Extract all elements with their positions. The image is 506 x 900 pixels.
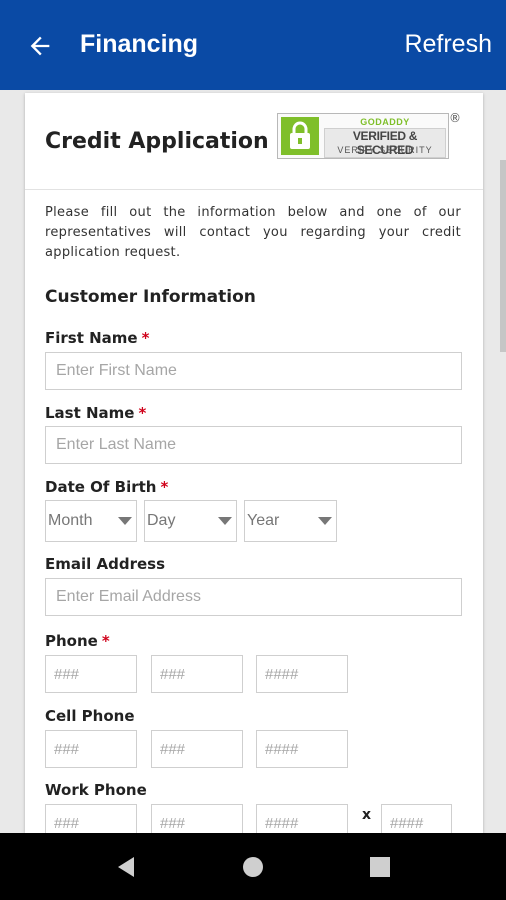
dob-month-value: Month: [48, 512, 93, 529]
last-name-label: Last Name *: [45, 404, 147, 422]
nav-home-button[interactable]: [237, 851, 269, 883]
registered-mark: ®: [449, 111, 461, 125]
work-phone-line-input[interactable]: [257, 805, 347, 833]
intro-text: Please fill out the information below an…: [45, 205, 461, 260]
cell-phone-area-code-input[interactable]: [46, 731, 136, 767]
lock-icon: [281, 117, 319, 155]
section-title-customer-information: Customer Information: [45, 287, 256, 307]
badge-brand: GODADDY: [360, 117, 410, 127]
phone-prefix-input[interactable]: [152, 656, 242, 692]
first-name-label: First Name *: [45, 329, 150, 347]
card-title: Credit Application: [45, 129, 269, 154]
nav-back-button[interactable]: [110, 851, 142, 883]
back-button[interactable]: [22, 28, 58, 64]
app-bar: Financing Refresh: [0, 0, 506, 90]
required-mark: *: [138, 404, 147, 422]
chevron-down-icon: [118, 517, 132, 525]
badge-verify-text: VERIFY SECURITY: [337, 145, 433, 155]
first-name-field[interactable]: [45, 352, 462, 390]
required-mark: *: [160, 478, 169, 496]
work-phone-extension-input[interactable]: [382, 805, 451, 833]
phone-line-input[interactable]: [257, 656, 347, 692]
phone-prefix-field[interactable]: [151, 655, 243, 693]
dob-day-value: Day: [147, 512, 176, 529]
cell-phone-prefix-field[interactable]: [151, 730, 243, 768]
work-phone-prefix-input[interactable]: [152, 805, 242, 833]
email-field[interactable]: [45, 578, 462, 616]
phone-label: Phone *: [45, 632, 110, 650]
dob-year-value: Year: [247, 512, 280, 529]
work-phone-extension-field[interactable]: [381, 804, 452, 833]
required-mark: *: [141, 329, 150, 347]
extension-x-label: x: [362, 807, 372, 823]
phone-area-code-field[interactable]: [45, 655, 137, 693]
cell-phone-area-code-field[interactable]: [45, 730, 137, 768]
dob-month-select[interactable]: Month: [45, 500, 137, 542]
work-phone-label: Work Phone: [45, 781, 147, 799]
nav-back-triangle-icon: [118, 857, 134, 877]
chevron-down-icon: [218, 517, 232, 525]
credit-application-card: Credit Application GODADDY VERIFIED & SE…: [25, 93, 483, 833]
phone-area-code-input[interactable]: [46, 656, 136, 692]
work-phone-area-code-field[interactable]: [45, 804, 137, 833]
nav-home-circle-icon: [243, 857, 263, 877]
work-phone-prefix-field[interactable]: [151, 804, 243, 833]
card-header: Credit Application GODADDY VERIFIED & SE…: [25, 93, 483, 190]
system-nav-bar: [0, 833, 506, 900]
dob-year-select[interactable]: Year: [244, 500, 337, 542]
cell-phone-line-input[interactable]: [257, 731, 347, 767]
nav-recents-square-icon: [370, 857, 390, 877]
cell-phone-prefix-input[interactable]: [152, 731, 242, 767]
last-name-input[interactable]: [46, 427, 461, 463]
phone-line-field[interactable]: [256, 655, 348, 693]
email-input[interactable]: [46, 579, 461, 615]
work-phone-line-field[interactable]: [256, 804, 348, 833]
required-mark: *: [101, 632, 110, 650]
dob-day-select[interactable]: Day: [144, 500, 237, 542]
work-phone-area-code-input[interactable]: [46, 805, 136, 833]
chevron-down-icon: [318, 517, 332, 525]
first-name-input[interactable]: [46, 353, 461, 389]
date-of-birth-label: Date Of Birth *: [45, 478, 169, 496]
last-name-field[interactable]: [45, 426, 462, 464]
nav-recents-button[interactable]: [364, 851, 396, 883]
email-address-label: Email Address: [45, 555, 166, 573]
cell-phone-label: Cell Phone: [45, 707, 135, 725]
cell-phone-line-field[interactable]: [256, 730, 348, 768]
page-title: Financing: [80, 30, 199, 58]
arrow-left-icon: [30, 36, 50, 56]
refresh-button[interactable]: Refresh: [404, 30, 492, 59]
scrollbar-thumb[interactable]: [500, 160, 506, 352]
godaddy-verified-badge[interactable]: GODADDY VERIFIED & SECURED VERIFY SECURI…: [277, 113, 449, 159]
